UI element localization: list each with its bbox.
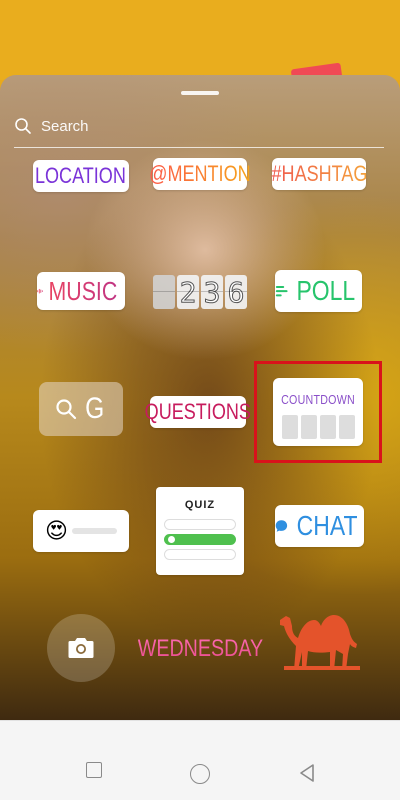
mention-sticker[interactable]: @MENTION <box>149 158 251 190</box>
back-triangle-icon[interactable] <box>298 763 318 783</box>
emoji-slider-sticker[interactable]: 😍 <box>33 510 129 552</box>
poll-label: POLL <box>296 275 356 306</box>
chat-sticker[interactable]: CHAT <box>275 505 364 547</box>
wednesday-label: WEDNESDAY <box>137 635 263 662</box>
quiz-option-correct <box>164 533 236 545</box>
quiz-sticker[interactable]: QUIZ <box>156 487 244 575</box>
countdown-label: COUNTDOWN <box>281 391 355 407</box>
tray-drag-handle[interactable] <box>181 91 219 95</box>
countdown-box <box>319 414 336 439</box>
time-digit: 3 <box>201 275 223 309</box>
location-sticker[interactable]: LOCATION <box>33 160 129 192</box>
time-digit <box>153 275 175 309</box>
music-sticker[interactable]: MUSIC <box>37 272 125 310</box>
chat-bubble-icon <box>275 520 288 532</box>
wednesday-sticker[interactable]: WEDNESDAY <box>137 635 262 662</box>
countdown-box <box>338 414 355 439</box>
location-label: LOCATION <box>34 163 126 188</box>
heart-eyes-emoji-icon: 😍 <box>45 518 68 543</box>
time-digit: 6 <box>225 275 247 309</box>
gif-sticker[interactable]: G <box>39 382 123 436</box>
countdown-box <box>300 414 317 439</box>
system-navigation-bar <box>0 720 400 800</box>
countdown-boxes <box>280 414 356 439</box>
countdown-sticker[interactable]: COUNTDOWN <box>273 378 363 446</box>
search-input[interactable] <box>41 117 341 135</box>
search-bar <box>14 113 384 139</box>
home-circle-icon[interactable] <box>190 764 210 784</box>
music-bars-icon <box>37 288 43 294</box>
camel-icon[interactable] <box>274 606 360 670</box>
chat-label: CHAT <box>296 510 358 541</box>
gif-label: G <box>85 392 105 425</box>
poll-sticker[interactable]: POLL <box>275 270 362 312</box>
questions-sticker[interactable]: QUESTIONS <box>145 396 251 428</box>
music-label: MUSIC <box>48 275 118 306</box>
hashtag-label: #HASHTAG <box>271 161 367 186</box>
hashtag-sticker[interactable]: #HASHTAG <box>271 158 367 190</box>
search-icon <box>15 118 31 134</box>
camera-icon <box>68 638 94 658</box>
time-sticker[interactable]: 2 3 6 <box>152 274 248 310</box>
magnifier-icon <box>56 399 77 420</box>
poll-lines-icon <box>275 285 288 297</box>
quiz-option <box>164 518 236 530</box>
quiz-option <box>164 548 236 560</box>
countdown-box <box>281 414 298 439</box>
questions-label: QUESTIONS <box>144 399 252 424</box>
quiz-label: QUIZ <box>184 498 216 511</box>
recents-square-icon[interactable] <box>86 762 102 778</box>
mention-label: @MENTION <box>149 161 251 186</box>
camera-sticker-button[interactable] <box>47 614 115 682</box>
slider-track <box>71 528 117 534</box>
search-underline <box>14 147 384 148</box>
time-digit: 2 <box>177 275 199 309</box>
